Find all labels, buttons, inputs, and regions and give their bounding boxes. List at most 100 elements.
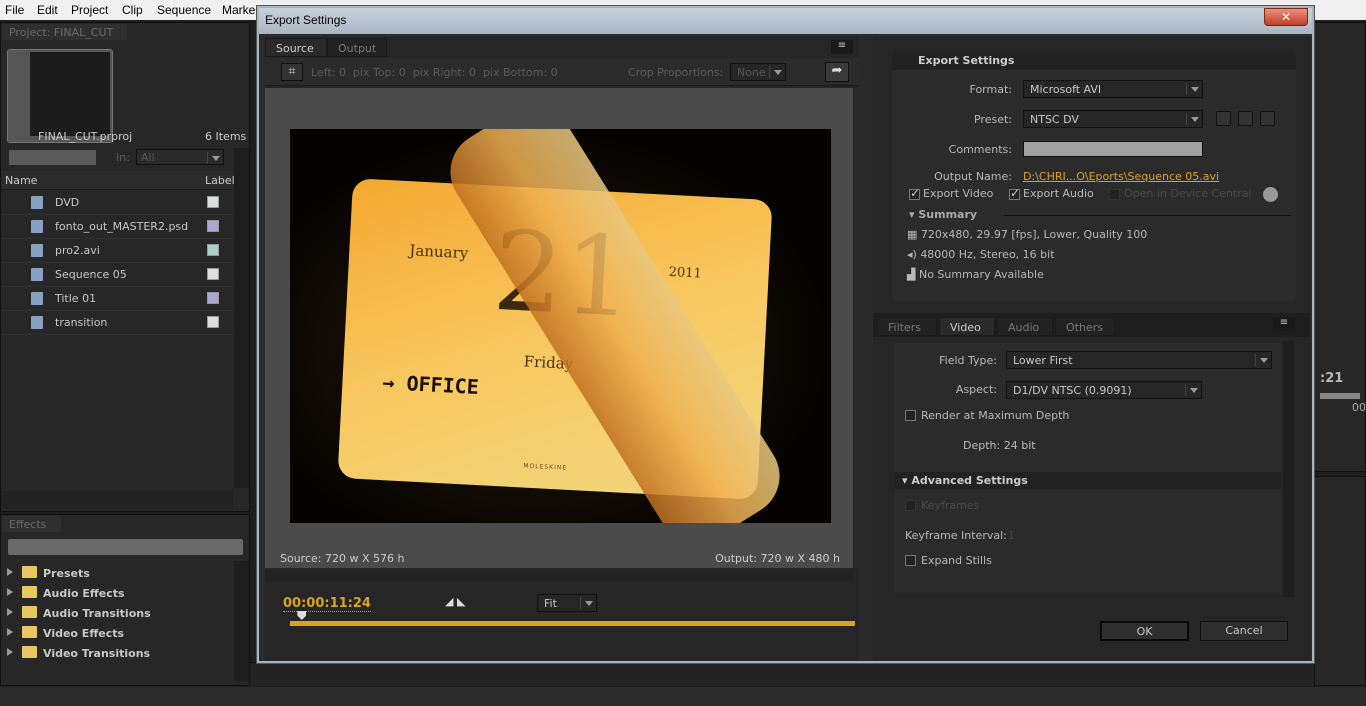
program-tc2: 00	[1352, 401, 1366, 414]
effects-folder-label: Presets	[43, 567, 90, 580]
dialog-title: Export Settings	[265, 13, 347, 27]
effects-folder[interactable]: Presets	[1, 563, 233, 583]
advanced-settings-header[interactable]: ▾ Advanced Settings	[894, 472, 1281, 489]
file-icon	[31, 196, 43, 209]
format-dropdown[interactable]: Microsoft AVI	[1023, 80, 1203, 98]
preview-vscrollbar[interactable]	[854, 88, 864, 568]
keyframe-interval-input[interactable]: 1	[1008, 529, 1015, 542]
effects-folder[interactable]: Audio Effects	[1, 583, 233, 603]
project-item[interactable]: Sequence 05	[1, 263, 233, 287]
close-button[interactable]: ✕	[1264, 8, 1308, 26]
device-central-icon[interactable]	[1263, 187, 1278, 202]
project-item[interactable]: fonto_out_MASTER2.psd	[1, 215, 233, 239]
ok-button[interactable]: OK	[1100, 621, 1189, 641]
device-central-checkbox[interactable]	[1109, 189, 1120, 200]
import-preset-icon[interactable]	[1238, 111, 1253, 126]
delete-preset-icon[interactable]	[1260, 111, 1275, 126]
effects-folder-label: Video Effects	[43, 627, 125, 640]
zoom-dropdown[interactable]: Fit	[537, 594, 597, 612]
preset-label: Preset:	[973, 113, 1012, 126]
tab-audio[interactable]: Audio	[997, 317, 1053, 336]
timeline-bar[interactable]	[290, 621, 855, 626]
effects-folder-label: Audio Transitions	[43, 607, 151, 620]
tab-output[interactable]: Output	[327, 38, 387, 57]
summary-toggle[interactable]: ▾ Summary	[909, 208, 977, 221]
settings-scrollbar[interactable]	[1283, 341, 1294, 597]
effects-scrollbar[interactable]	[234, 561, 249, 681]
expand-icon[interactable]	[7, 648, 13, 656]
export-settings-header: Export Settings	[918, 54, 1015, 67]
in-dropdown[interactable]: All	[136, 149, 224, 165]
tab-video[interactable]: Video	[939, 317, 995, 336]
menu-clip[interactable]: Clip	[122, 3, 143, 17]
folder-icon	[22, 566, 37, 578]
timecode[interactable]: 00:00:11:24	[283, 596, 371, 612]
settings-pane: Export Settings Format: Microsoft AVI Pr…	[873, 37, 1310, 659]
project-item-name: transition	[55, 316, 108, 329]
project-tab[interactable]: Project: FINAL_CUT	[3, 24, 127, 40]
tabs-menu-icon[interactable]: ≡	[1273, 317, 1295, 331]
render-max-depth-label: Render at Maximum Depth	[921, 409, 1070, 422]
export-video-checkbox[interactable]	[909, 186, 920, 200]
label-swatch	[207, 244, 219, 256]
status-bar	[0, 687, 1366, 706]
output-name-link[interactable]: D:\CHRI...O\Eports\Sequence 05.avi	[1023, 170, 1219, 183]
project-item-name: Sequence 05	[55, 268, 127, 281]
comments-input[interactable]	[1023, 141, 1203, 157]
effects-tab[interactable]: Effects	[3, 516, 61, 532]
keyframes-checkbox[interactable]	[905, 500, 916, 511]
crop-proportions-dropdown[interactable]: None	[730, 63, 786, 81]
output-name-label: Output Name:	[934, 170, 1012, 183]
aspect-dropdown[interactable]: D1/DV NTSC (0.9091)	[1006, 381, 1202, 399]
preview-hscrollbar[interactable]	[265, 570, 853, 581]
project-scrollbar[interactable]	[234, 148, 249, 488]
source-pane: Source Output ≡ ⌗ Left: 0 pix Top: 0 pix…	[265, 37, 864, 659]
effects-search-input[interactable]	[8, 539, 243, 555]
timeline-scrollbar[interactable]	[250, 662, 1314, 686]
crop-icon[interactable]: ⌗	[281, 63, 303, 81]
expand-icon[interactable]	[7, 568, 13, 576]
project-item[interactable]: DVD	[1, 191, 233, 215]
preset-dropdown[interactable]: NTSC DV	[1023, 110, 1203, 128]
export-arrow-icon[interactable]: ➦	[825, 62, 849, 82]
project-item[interactable]: Title 01	[1, 287, 233, 311]
project-search-input[interactable]	[9, 150, 96, 165]
effects-folder[interactable]: Video Transitions	[1, 643, 233, 663]
program-timeline[interactable]	[1320, 393, 1360, 399]
tab-filters[interactable]: Filters	[877, 317, 937, 336]
crop-top[interactable]: 0	[399, 66, 406, 79]
column-header: Name Label	[1, 171, 235, 190]
panel-menu-icon[interactable]: ≡	[831, 40, 853, 54]
cancel-button[interactable]: Cancel	[1200, 621, 1288, 641]
export-audio-checkbox[interactable]	[1009, 186, 1020, 200]
save-preset-icon[interactable]	[1216, 111, 1231, 126]
project-item[interactable]: pro2.avi	[1, 239, 233, 263]
field-type-dropdown[interactable]: Lower First	[1006, 351, 1272, 369]
expand-icon[interactable]	[7, 588, 13, 596]
expand-icon[interactable]	[7, 628, 13, 636]
menu-file[interactable]: File	[5, 3, 24, 17]
tab-source[interactable]: Source	[265, 38, 327, 57]
render-max-depth-checkbox[interactable]	[905, 410, 916, 421]
effects-folder[interactable]: Video Effects	[1, 623, 233, 643]
folder-icon	[9, 129, 23, 139]
tab-others[interactable]: Others	[1055, 317, 1115, 336]
label-swatch	[207, 196, 219, 208]
label-swatch	[207, 292, 219, 304]
menu-marker[interactable]: Marker	[222, 3, 259, 17]
crop-right[interactable]: 0	[469, 66, 476, 79]
summary-bitrate: ▟ No Summary Available	[907, 268, 1044, 281]
crop-bottom[interactable]: 0	[551, 66, 558, 79]
menu-project[interactable]: Project	[71, 3, 108, 17]
playhead[interactable]	[297, 611, 307, 620]
column-name[interactable]: Name	[5, 174, 37, 187]
effects-folder[interactable]: Audio Transitions	[1, 603, 233, 623]
menu-edit[interactable]: Edit	[37, 3, 58, 17]
expand-icon[interactable]	[7, 608, 13, 616]
in-out-markers[interactable]: ◢ ◣	[445, 595, 465, 608]
crop-left[interactable]: 0	[339, 66, 346, 79]
menu-sequence[interactable]: Sequence	[157, 3, 211, 17]
project-item[interactable]: transition	[1, 311, 233, 335]
expand-stills-checkbox[interactable]	[905, 555, 916, 566]
column-label[interactable]: Label	[205, 174, 235, 187]
